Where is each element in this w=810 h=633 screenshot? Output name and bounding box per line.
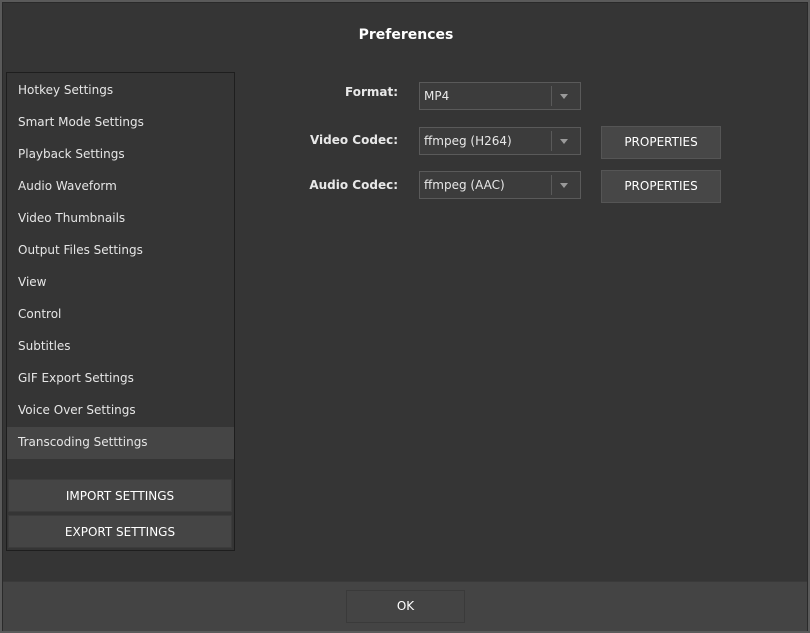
select-divider	[551, 175, 552, 195]
sidebar-item-subtitles[interactable]: Subtitles	[7, 331, 234, 363]
audio-codec-select-value: ffmpeg (AAC)	[424, 178, 505, 192]
sidebar-item-playback-settings[interactable]: Playback Settings	[7, 139, 234, 171]
format-select-value: MP4	[424, 89, 450, 103]
sidebar-item-hotkey-settings[interactable]: Hotkey Settings	[7, 75, 234, 107]
chevron-down-icon[interactable]	[560, 183, 568, 188]
dialog-title: Preferences	[358, 27, 454, 43]
sidebar-item-video-thumbnails[interactable]: Video Thumbnails	[7, 203, 234, 235]
video-codec-properties-button[interactable]: PROPERTIES	[601, 126, 721, 159]
audio-codec-properties-button[interactable]: PROPERTIES	[601, 170, 721, 203]
select-divider	[551, 86, 552, 106]
settings-menu: Hotkey Settings Smart Mode Settings Play…	[7, 75, 234, 459]
audio-codec-label: Audio Codec:	[309, 178, 398, 192]
video-codec-select[interactable]: ffmpeg (H264)	[419, 127, 581, 155]
sidebar-item-gif-export-settings[interactable]: GIF Export Settings	[7, 363, 234, 395]
sidebar-item-audio-waveform[interactable]: Audio Waveform	[7, 171, 234, 203]
sidebar-item-voice-over-settings[interactable]: Voice Over Settings	[7, 395, 234, 427]
format-label: Format:	[344, 85, 398, 99]
format-select[interactable]: MP4	[419, 82, 581, 110]
sidebar-item-view[interactable]: View	[7, 267, 234, 299]
sidebar-item-control[interactable]: Control	[7, 299, 234, 331]
preferences-dialog: Preferences Hotkey Settings Smart Mode S…	[2, 2, 808, 631]
video-codec-label: Video Codec:	[309, 133, 398, 147]
sidebar-item-smart-mode-settings[interactable]: Smart Mode Settings	[7, 107, 234, 139]
import-settings-button[interactable]: IMPORT SETTINGS	[8, 479, 232, 512]
audio-codec-select[interactable]: ffmpeg (AAC)	[419, 171, 581, 199]
chevron-down-icon[interactable]	[560, 139, 568, 144]
sidebar-item-output-files-settings[interactable]: Output Files Settings	[7, 235, 234, 267]
export-settings-button[interactable]: EXPORT SETTINGS	[8, 515, 232, 548]
chevron-down-icon[interactable]	[560, 94, 568, 99]
sidebar-item-transcoding-settings[interactable]: Transcoding Setttings	[7, 427, 234, 459]
dialog-footer: OK	[3, 581, 807, 631]
ok-button[interactable]: OK	[346, 590, 465, 623]
video-codec-select-value: ffmpeg (H264)	[424, 134, 512, 148]
sidebar: Hotkey Settings Smart Mode Settings Play…	[6, 72, 235, 551]
select-divider	[551, 131, 552, 151]
